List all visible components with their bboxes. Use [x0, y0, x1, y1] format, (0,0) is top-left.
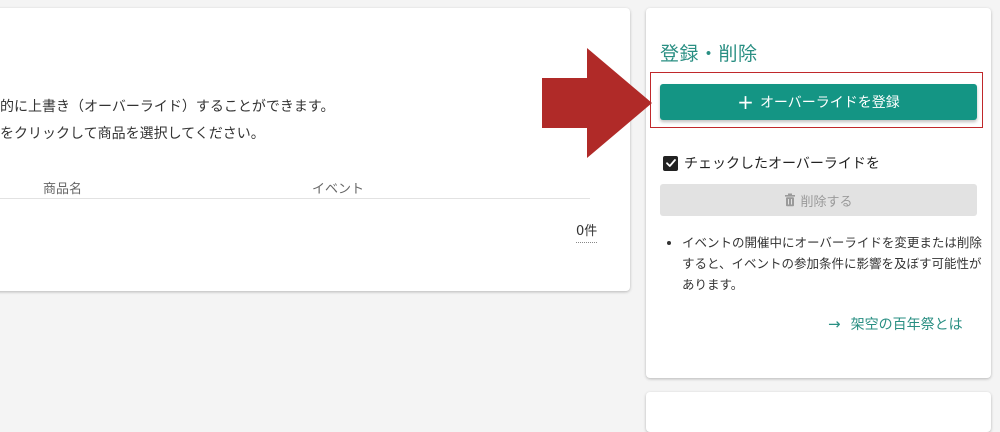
product-override-card: 的に上書き（オーバーライド）することができます。 をクリックして商品を選択してく…	[0, 8, 630, 291]
annotation-arrow-icon	[542, 48, 652, 158]
delete-button-label: 削除する	[800, 194, 853, 210]
register-override-button-label: オーバーライドを登録	[759, 95, 900, 111]
plus-icon: +	[737, 90, 754, 114]
checkbox-label: チェックしたオーバーライドを	[684, 156, 880, 172]
column-header-event: イベント	[312, 182, 365, 197]
column-header-product-name: 商品名	[43, 182, 83, 197]
about-centennial-link-label: 架空の百年祭とは	[850, 317, 963, 333]
checkbox[interactable]	[663, 155, 678, 171]
about-centennial-link[interactable]: → 架空の百年祭とは	[828, 314, 963, 334]
trash-icon	[784, 193, 796, 207]
checked-override-row: チェックしたオーバーライドを	[663, 153, 880, 173]
check-icon	[665, 159, 676, 167]
secondary-panel	[646, 392, 991, 432]
delete-button[interactable]: 削除する	[660, 184, 977, 216]
register-delete-panel: 登録・削除 + オーバーライドを登録 チェックしたオーバーライドを 削除する イ…	[646, 8, 991, 378]
warning-note-list: イベントの開催中にオーバーライドを変更または削除すると、イベントの参加条件に影響…	[668, 232, 992, 295]
result-count: 0件	[576, 220, 598, 243]
warning-note: イベントの開催中にオーバーライドを変更または削除すると、イベントの参加条件に影響…	[682, 232, 992, 295]
panel-title: 登録・削除	[660, 43, 758, 65]
arrow-right-icon: →	[828, 315, 841, 333]
table-divider	[0, 198, 590, 199]
register-override-button[interactable]: + オーバーライドを登録	[660, 84, 977, 120]
description-line-1: 的に上書き（オーバーライド）することができます。	[0, 99, 335, 115]
description-line-2: をクリックして商品を選択してください。	[0, 126, 265, 142]
